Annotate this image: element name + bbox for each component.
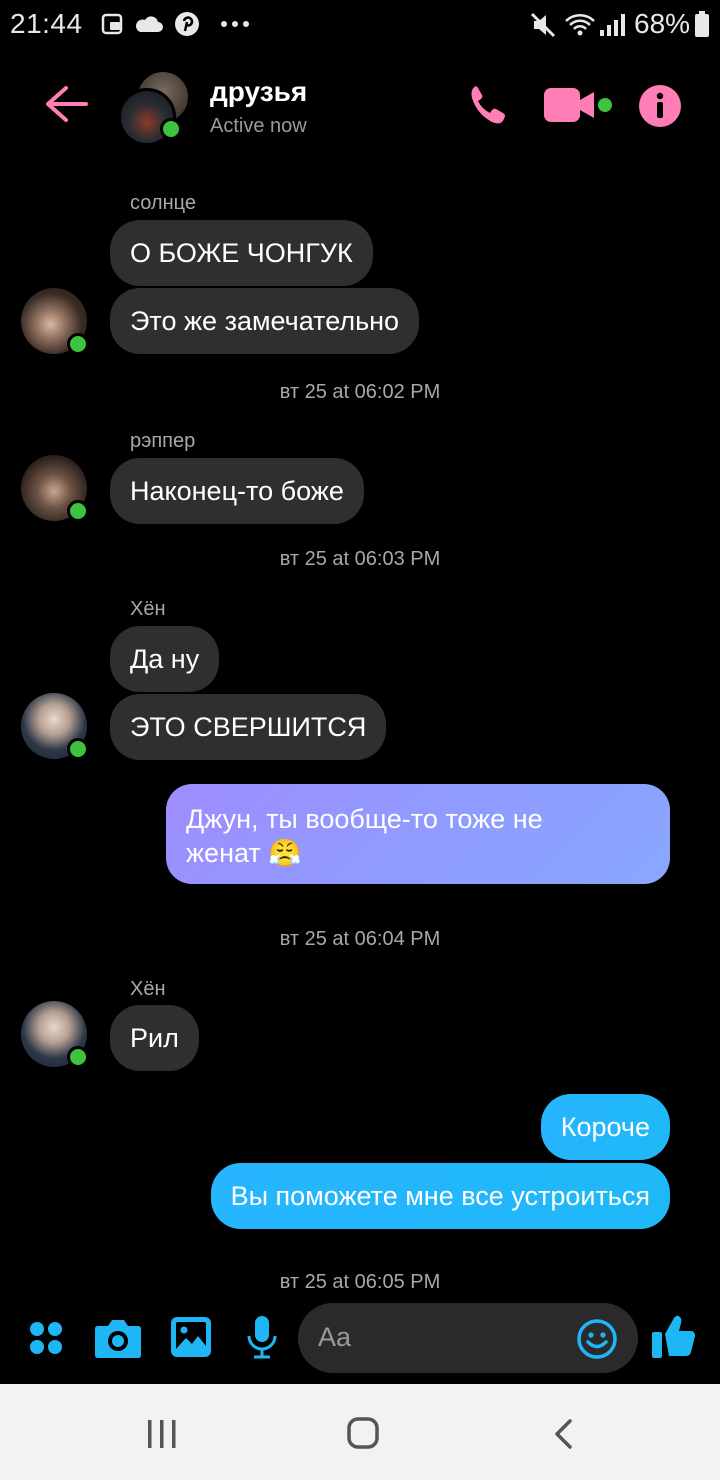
home-icon[interactable]: [346, 1416, 380, 1450]
message-bubble[interactable]: О БОЖЕ ЧОНГУК: [110, 220, 373, 286]
sender-name: рэппер: [130, 430, 196, 452]
mute-icon: [530, 12, 556, 38]
apps-icon[interactable]: [28, 1320, 64, 1356]
message-input-placeholder: Aa: [318, 1322, 352, 1352]
outgoing-message-bubble[interactable]: Джун, ты вообще-то тоже не женат 😤: [166, 784, 670, 884]
message-line: женат 😤: [186, 838, 302, 868]
message-bubble[interactable]: ЭТО СВЕРШИТСЯ: [110, 694, 387, 760]
sender-name: Хён: [130, 978, 166, 1000]
system-nav-bar: [0, 1384, 720, 1480]
group-avatar[interactable]: [118, 70, 190, 146]
back-arrow-icon[interactable]: [44, 84, 88, 124]
microphone-icon[interactable]: [246, 1314, 278, 1360]
battery-percentage: 68%: [634, 8, 691, 39]
thumbs-up-icon[interactable]: [650, 1312, 698, 1360]
chat-title: друзья: [210, 76, 308, 107]
message-line: Джун, ты вообще-то тоже не: [186, 804, 543, 834]
message-bubble[interactable]: Рил: [110, 1005, 199, 1071]
message-bubble[interactable]: Наконец-то боже: [110, 458, 364, 524]
online-indicator: [160, 118, 182, 140]
message-bubble[interactable]: Это же замечательно: [110, 288, 420, 354]
info-icon[interactable]: [638, 84, 682, 128]
online-indicator: [67, 500, 89, 522]
emoji-icon[interactable]: [576, 1318, 618, 1360]
gallery-icon[interactable]: [170, 1316, 212, 1358]
sender-name: Хён: [130, 598, 166, 620]
pinterest-icon: [175, 12, 199, 36]
back-icon[interactable]: [552, 1418, 576, 1450]
wifi-icon: [565, 14, 595, 36]
timestamp: вт 25 at 06:03 PM: [279, 548, 441, 570]
online-indicator: [67, 1046, 89, 1068]
status-bar: 21:44 68%: [0, 0, 720, 50]
video-camera-icon[interactable]: [544, 86, 616, 126]
message-bubble[interactable]: Да ну: [110, 626, 220, 692]
timestamp: вт 25 at 06:05 PM: [279, 1271, 441, 1293]
sender-name: солнце: [130, 192, 196, 214]
online-indicator: [67, 333, 89, 355]
chat-header: друзья Active now: [0, 62, 720, 152]
timestamp: вт 25 at 06:04 PM: [279, 928, 441, 950]
recents-icon[interactable]: [146, 1418, 178, 1450]
online-indicator: [67, 738, 89, 760]
screenshot-icon: [101, 13, 123, 35]
signal-icon: [600, 14, 625, 36]
timestamp: вт 25 at 06:02 PM: [279, 381, 441, 403]
cloud-icon: [136, 16, 163, 32]
camera-icon[interactable]: [94, 1316, 142, 1360]
battery-icon: [695, 11, 709, 37]
outgoing-message-bubble[interactable]: Короче: [540, 1094, 670, 1160]
status-time: 21:44: [10, 8, 83, 39]
outgoing-message-bubble[interactable]: Вы поможете мне все устроиться: [210, 1163, 670, 1229]
phone-icon[interactable]: [468, 82, 512, 128]
chat-status: Active now: [210, 115, 307, 137]
more-dots-icon: [221, 21, 249, 27]
